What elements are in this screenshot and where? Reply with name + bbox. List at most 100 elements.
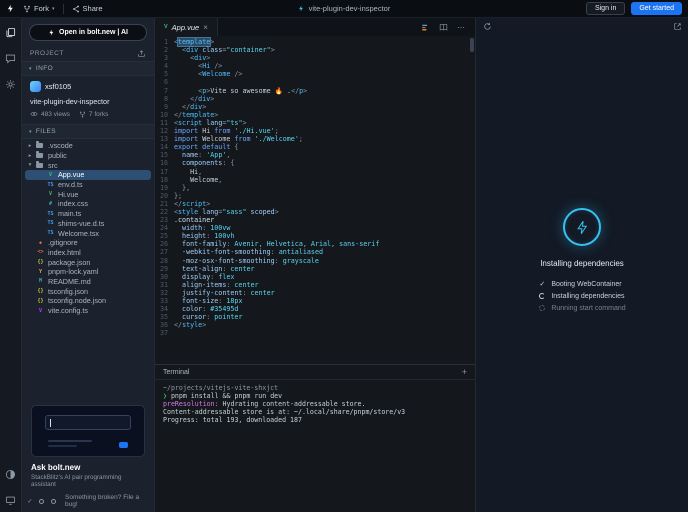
code-line: 9 </div> bbox=[155, 103, 475, 111]
code-line: 31 align-items: center bbox=[155, 281, 475, 289]
code-line: 11 <script lang="ts"> bbox=[155, 119, 475, 127]
info-section-label: INFO bbox=[35, 65, 54, 72]
promo-mock-text bbox=[47, 440, 93, 442]
theme-contrast-icon[interactable] bbox=[5, 468, 17, 480]
get-started-button[interactable]: Get started bbox=[631, 2, 682, 15]
code-line: 29 text-align: center bbox=[155, 265, 475, 273]
check-icon[interactable]: ✓ bbox=[26, 497, 34, 505]
forks-label: 7 forks bbox=[88, 110, 109, 118]
close-tab-icon[interactable]: × bbox=[203, 23, 208, 32]
file-item-pnpm-lock.yaml[interactable]: Ypnpm-lock.yaml bbox=[25, 267, 151, 277]
project-name: vite-plugin-dev-inspector bbox=[30, 97, 110, 106]
circle-status-icon[interactable] bbox=[38, 497, 46, 505]
file-item-Welcome.tsx[interactable]: TS Welcome.tsx bbox=[25, 228, 151, 238]
line-number: 6 bbox=[163, 78, 168, 87]
file-item-index.css[interactable]: # index.css bbox=[25, 199, 151, 209]
pending-circle-icon bbox=[538, 304, 546, 312]
share-button[interactable]: Share bbox=[72, 4, 103, 13]
preview-status: Installing dependencies ✓ Booting WebCont… bbox=[476, 34, 688, 512]
forks-stat: 7 forks bbox=[79, 110, 109, 118]
monitor-icon[interactable] bbox=[5, 494, 17, 506]
file-label: tsconfig.json bbox=[48, 286, 88, 296]
file-item-index.html[interactable]: <> index.html bbox=[25, 248, 151, 258]
code-line: 19 }, bbox=[155, 184, 475, 192]
terminal-line: preResolution: Hydrating content-address… bbox=[163, 400, 366, 408]
file-item-src[interactable]: ▾ src bbox=[25, 160, 151, 170]
line-number: 28 bbox=[159, 256, 168, 265]
files-section-header[interactable]: ▾ FILES bbox=[22, 124, 154, 139]
file-item-public[interactable]: ▸ public bbox=[25, 151, 151, 161]
more-options-icon[interactable]: ⋯ bbox=[457, 23, 466, 32]
info-section-header[interactable]: ▾ INFO bbox=[22, 61, 154, 76]
file-item-tsconfig.node.json[interactable]: {} tsconfig.node.json bbox=[25, 296, 151, 306]
editor-scrollbar-thumb[interactable] bbox=[470, 38, 474, 52]
refresh-icon[interactable] bbox=[482, 21, 492, 31]
share-icon bbox=[72, 5, 79, 12]
json-file-icon: {} bbox=[37, 288, 44, 295]
terminal-header[interactable]: Terminal + bbox=[155, 365, 475, 380]
code-line: 25 height: 100vh bbox=[155, 232, 475, 240]
export-icon[interactable] bbox=[137, 49, 146, 58]
file-item-README.md[interactable]: M README.md bbox=[25, 277, 151, 287]
fork-icon bbox=[79, 111, 85, 117]
new-terminal-icon[interactable]: + bbox=[462, 367, 467, 377]
line-number: 7 bbox=[163, 86, 168, 95]
ts-file-icon: TS bbox=[47, 210, 54, 217]
chevron-down-icon: ▾ bbox=[29, 128, 32, 135]
open-in-bolt-button[interactable]: Open in bolt.new | AI bbox=[29, 24, 147, 41]
prettier-format-icon[interactable] bbox=[421, 23, 430, 32]
line-number: 23 bbox=[159, 216, 168, 225]
code-line: 4 <Hi /> bbox=[155, 62, 475, 70]
vite-file-icon: V bbox=[38, 307, 42, 314]
settings-gear-icon[interactable] bbox=[5, 78, 17, 90]
file-a-bug-link[interactable]: Something broken? File a bug! bbox=[65, 494, 150, 508]
circle-status-icon[interactable] bbox=[49, 497, 57, 505]
sign-in-button[interactable]: Sign in bbox=[585, 2, 626, 15]
fork-button[interactable]: Fork ▾ bbox=[23, 4, 55, 13]
file-item-Hi.vue[interactable]: V Hi.vue bbox=[25, 189, 151, 199]
user-row[interactable]: xsf0105 bbox=[30, 81, 146, 92]
bolt-logo-icon[interactable] bbox=[6, 3, 15, 14]
line-number: 32 bbox=[159, 288, 168, 297]
code-line: 34 color: #35495d bbox=[155, 305, 475, 313]
editor-actions: ⋯ bbox=[421, 23, 475, 32]
bolt-circle-icon bbox=[563, 208, 601, 246]
file-item-.vscode[interactable]: ▸ .vscode bbox=[25, 141, 151, 151]
line-number: 21 bbox=[159, 199, 168, 208]
docs-book-icon[interactable] bbox=[439, 23, 448, 32]
file-item-.gitignore[interactable]: ◆ .gitignore bbox=[25, 238, 151, 248]
code-line: 16 components: { bbox=[155, 159, 475, 167]
line-number: 29 bbox=[159, 264, 168, 273]
open-in-new-icon[interactable] bbox=[672, 21, 682, 31]
file-item-App.vue[interactable]: V App.vue bbox=[25, 170, 151, 180]
json-file-icon: {} bbox=[37, 297, 44, 304]
tab-label: App.vue bbox=[171, 22, 200, 32]
fork-icon bbox=[24, 5, 30, 12]
check-icon: ✓ bbox=[539, 281, 546, 288]
tab-app-vue[interactable]: V App.vue × bbox=[155, 18, 218, 36]
file-item-env.d.ts[interactable]: TS env.d.ts bbox=[25, 180, 151, 190]
line-number: 37 bbox=[159, 329, 168, 338]
line-number: 30 bbox=[159, 272, 168, 281]
file-label: main.ts bbox=[58, 209, 82, 219]
code-area[interactable]: 1 <template> 2 <div class="container"> 3 <d… bbox=[155, 36, 475, 364]
promo-mock-input bbox=[45, 415, 131, 430]
file-item-tsconfig.json[interactable]: {} tsconfig.json bbox=[25, 286, 151, 296]
code-line: 8 </div> bbox=[155, 95, 475, 103]
promo-mock-button bbox=[119, 442, 129, 448]
file-item-package.json[interactable]: {} package.json bbox=[25, 257, 151, 267]
bolt-icon bbox=[49, 29, 54, 36]
file-item-shims-vue.d.ts[interactable]: TS shims-vue.d.ts bbox=[25, 219, 151, 229]
ask-bolt-promo-card[interactable]: Ask bolt.new StackBlitz's AI pair progra… bbox=[31, 405, 145, 488]
file-item-vite.config.ts[interactable]: Vvite.config.ts bbox=[25, 306, 151, 316]
file-label: index.css bbox=[58, 199, 88, 209]
terminal-output[interactable]: ~/projects/vitejs-vite-shxjct ❯ pnpm inst… bbox=[155, 380, 475, 428]
promo-mock-text bbox=[47, 445, 77, 447]
sidebar-footer: ✓ Something broken? File a bug! bbox=[22, 491, 154, 512]
file-item-main.ts[interactable]: TS main.ts bbox=[25, 209, 151, 219]
comments-panel-icon[interactable] bbox=[5, 52, 17, 64]
views-stat: 483 views bbox=[30, 110, 70, 118]
files-panel-icon[interactable] bbox=[5, 26, 17, 38]
status-step: Installing dependencies bbox=[538, 292, 625, 300]
